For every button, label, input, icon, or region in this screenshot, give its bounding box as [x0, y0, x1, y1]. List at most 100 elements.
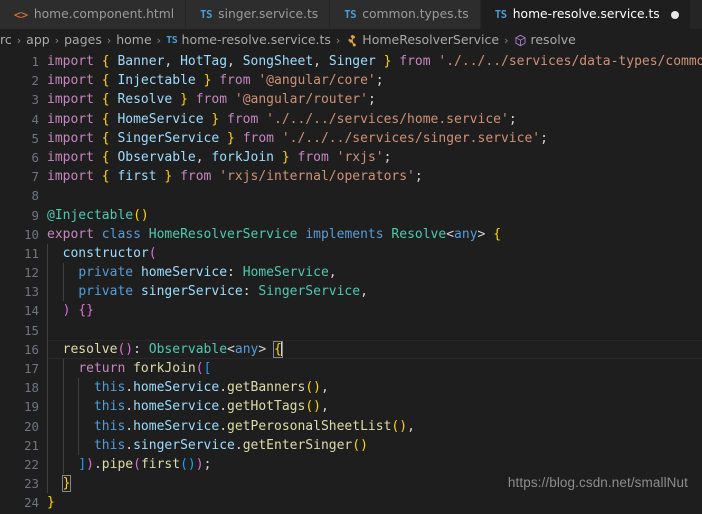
line-number: 8	[31, 188, 39, 204]
breadcrumb-label: home	[116, 32, 152, 48]
line-number: 12	[24, 265, 39, 281]
code-line[interactable]: 14 ) {}	[0, 301, 702, 321]
code-text: private singerService: SingerService,	[39, 282, 702, 302]
line-number: 15	[24, 322, 39, 338]
code-line[interactable]: 13 private singerService: SingerService,	[0, 282, 702, 302]
tab-singer-service-ts[interactable]: TS singer.service.ts	[186, 0, 331, 29]
typescript-file-icon: TS	[166, 35, 178, 46]
line-number: 16	[24, 341, 39, 357]
line-number: 6	[31, 149, 39, 165]
code-line[interactable]: 9 @Injectable()	[0, 206, 702, 225]
chevron-right-icon: ›	[16, 34, 22, 47]
line-number: 23	[24, 476, 39, 492]
breadcrumb-label: pages	[64, 32, 102, 48]
code-line[interactable]: 2 import { Injectable } from '@angular/c…	[0, 71, 702, 90]
code-line[interactable]: 3 import { Resolve } from '@angular/rout…	[0, 90, 702, 109]
typescript-file-icon: TS	[494, 8, 507, 21]
line-number: 9	[31, 207, 39, 223]
tab-home-resolve-service-ts[interactable]: TS home-resolve.service.ts	[480, 0, 691, 29]
code-text: this.homeService.getHotTags(),	[39, 397, 702, 417]
code-line[interactable]: 24 }	[0, 493, 702, 512]
code-text: this.homeService.getPerosonalSheetList()…	[39, 416, 702, 436]
line-number: 10	[24, 226, 39, 242]
code-text: import { first } from 'rxjs/internal/ope…	[47, 169, 423, 185]
code-text: export class HomeResolverService impleme…	[47, 226, 502, 242]
code-text: import { HomeService } from './../../ser…	[47, 111, 517, 127]
chevron-right-icon: ›	[504, 34, 509, 47]
chevron-right-icon: ›	[156, 34, 162, 47]
breadcrumb-label: home-resolve.service.ts	[181, 32, 331, 48]
code-text: @Injectable()	[47, 207, 149, 223]
tab-common-types-ts[interactable]: TS common.types.ts	[330, 0, 481, 29]
breadcrumb-item-home[interactable]: home	[116, 34, 151, 47]
line-number: 5	[31, 130, 39, 146]
code-text: import { Resolve } from '@angular/router…	[47, 92, 376, 108]
breadcrumb-item-file[interactable]: TS home-resolve.service.ts	[166, 34, 331, 47]
code-line[interactable]: 5 import { SingerService } from './../..…	[0, 129, 702, 148]
typescript-file-icon: TS	[200, 8, 213, 21]
code-editor[interactable]: 1 import { Banner, HotTag, SongSheet, Si…	[0, 52, 702, 514]
code-line[interactable]: 4 import { HomeService } from './../../s…	[0, 110, 702, 129]
code-text: }	[47, 495, 55, 511]
code-text: import { SingerService } from './../../s…	[47, 130, 548, 146]
code-line[interactable]: 19 this.homeService.getHotTags(),	[0, 397, 702, 417]
code-line[interactable]: 22 ]).pipe(first());	[0, 454, 702, 475]
code-line[interactable]: 11 constructor(	[0, 243, 702, 264]
breadcrumb-item-src[interactable]: rc	[0, 34, 12, 47]
breadcrumb-label: resolve	[530, 32, 576, 48]
code-text: resolve(): Observable<any> {	[39, 339, 702, 359]
breadcrumb-item-method[interactable]: resolve	[514, 34, 576, 47]
breadcrumb-label: rc	[0, 32, 12, 48]
code-line[interactable]: 20 this.homeService.getPerosonalSheetLis…	[0, 416, 702, 436]
code-text: constructor(	[39, 243, 702, 264]
line-number: 4	[31, 111, 39, 127]
code-line[interactable]: 10 export class HomeResolverService impl…	[0, 225, 702, 244]
code-text: this.homeService.getBanners(),	[39, 378, 702, 398]
chevron-right-icon: ›	[106, 34, 112, 47]
tab-label: home-resolve.service.ts	[512, 7, 660, 22]
line-number: 20	[24, 418, 39, 434]
line-number: 24	[24, 495, 39, 511]
code-line[interactable]: 7 import { first } from 'rxjs/internal/o…	[0, 167, 702, 186]
line-number: 19	[24, 399, 39, 415]
code-text: import { Banner, HotTag, SongSheet, Sing…	[47, 54, 702, 69]
editor-tab-bar: <> home.component.html TS singer.service…	[0, 0, 702, 29]
code-line[interactable]: 12 private homeService: HomeService,	[0, 263, 702, 283]
line-number: 13	[24, 284, 39, 300]
line-number: 21	[24, 437, 39, 453]
unsaved-indicator-icon[interactable]	[670, 10, 679, 19]
code-line[interactable]: 6 import { Observable, forkJoin } from '…	[0, 148, 702, 167]
code-line[interactable]: 18 this.homeService.getBanners(),	[0, 378, 702, 398]
chevron-right-icon: ›	[54, 34, 60, 47]
line-number: 18	[24, 380, 39, 396]
breadcrumb: rc › app › pages › home › TS home-resolv…	[0, 29, 702, 52]
line-number: 11	[24, 245, 39, 261]
watermark-text: https://blog.csdn.net/smallNut	[507, 475, 688, 490]
line-number: 7	[31, 169, 39, 185]
line-number: 17	[24, 361, 39, 376]
code-text: import { Injectable } from '@angular/cor…	[47, 73, 384, 89]
code-text: private homeService: HomeService,	[39, 263, 702, 283]
class-symbol-icon	[345, 34, 358, 47]
breadcrumb-item-pages[interactable]: pages	[64, 34, 102, 47]
code-line[interactable]: 17 return forkJoin([	[0, 359, 702, 379]
breadcrumb-item-class[interactable]: HomeResolverService	[345, 34, 499, 47]
code-line[interactable]: 1 import { Banner, HotTag, SongSheet, Si…	[0, 52, 702, 71]
tab-home-component-html[interactable]: <> home.component.html	[0, 0, 187, 29]
line-number: 3	[31, 92, 39, 108]
code-text: ) {}	[39, 301, 702, 321]
chevron-right-icon: ›	[335, 34, 341, 47]
code-line[interactable]: 8	[0, 186, 702, 205]
code-line[interactable]: 15	[0, 320, 702, 340]
breadcrumb-label: app	[26, 32, 50, 48]
tab-label: singer.service.ts	[218, 7, 319, 22]
line-number: 14	[24, 303, 39, 319]
breadcrumb-item-app[interactable]: app	[26, 34, 50, 47]
typescript-file-icon: TS	[344, 8, 357, 21]
code-line-current[interactable]: 16 resolve(): Observable<any> {	[0, 339, 702, 360]
code-text: this.singerService.getEnterSinger()	[39, 435, 702, 455]
line-number: 1	[31, 54, 39, 69]
code-text: import { Observable, forkJoin } from 'rx…	[47, 149, 392, 165]
html-file-icon: <>	[14, 7, 28, 22]
code-line[interactable]: 21 this.singerService.getEnterSinger()	[0, 435, 702, 455]
